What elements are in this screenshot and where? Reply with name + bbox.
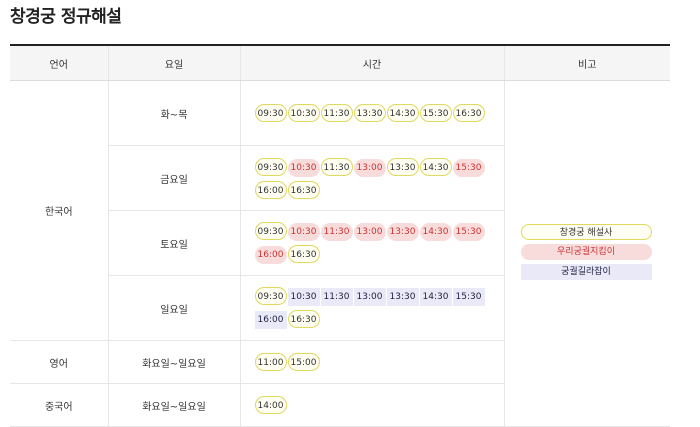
time-slot-badge: 13:00 xyxy=(353,223,386,241)
time-slot-badge: 09:30 xyxy=(254,287,287,305)
legend-badge-guide: 창경궁 해설사 xyxy=(520,223,652,240)
header-lang: 언어 xyxy=(10,45,108,81)
table-row: 한국어 화~목 09:30 10:30 11:30 13:30 14:30 15:30 16… xyxy=(10,80,670,427)
time-slot-badge: 13:30 xyxy=(353,104,386,122)
time-slot-badge: 11:30 xyxy=(320,104,353,122)
day-cell: 화~목 xyxy=(107,80,240,146)
time-slot-badge: 13:00 xyxy=(353,288,386,306)
time-slot-badge: 15:30 xyxy=(452,288,485,306)
time-slot-badge: 14:30 xyxy=(419,223,452,241)
times-cell: 09:30 10:30 11:30 13:00 13:30 14:30 15:30 16:00… xyxy=(239,210,504,276)
time-slot-badge: 09:30 xyxy=(254,157,287,176)
lang-cell: 영어 xyxy=(10,340,108,384)
day-cell: 화요일~일요일 xyxy=(107,340,240,384)
page-title: 창경궁 정규해설 xyxy=(10,7,122,27)
time-slot-badge: 10:30 xyxy=(287,158,320,177)
time-slot-badge: 14:30 xyxy=(419,157,452,176)
header-time: 시간 xyxy=(239,45,504,81)
day-cell: 일요일 xyxy=(107,275,240,341)
time-slot-badge: 16:00 xyxy=(254,246,287,264)
time-slot-badge: 15:00 xyxy=(287,353,320,371)
time-slot-badge: 10:30 xyxy=(287,223,320,241)
lang-cell: 한국어 xyxy=(10,80,108,341)
times-cell: 09:30 10:30 11:30 13:30 14:30 15:30 16:30 xyxy=(239,80,504,146)
day-cell: 화요일~일요일 xyxy=(107,383,240,427)
time-slot-badge: 16:30 xyxy=(287,245,320,263)
time-slot-badge: 11:30 xyxy=(320,223,353,241)
time-slot-badge: 14:00 xyxy=(254,396,287,414)
time-slot-badge: 14:30 xyxy=(386,104,419,122)
time-slot-badge: 13:30 xyxy=(386,223,419,241)
time-slot-badge: 16:00 xyxy=(254,180,287,199)
time-slot-badge: 11:30 xyxy=(320,288,353,306)
times-cell: 09:30 10:30 11:30 13:00 13:30 14:30 15:30 16:00… xyxy=(239,145,504,211)
time-slot-badge: 11:00 xyxy=(254,353,287,371)
header-day: 요일 xyxy=(107,45,240,81)
time-slot-badge: 15:30 xyxy=(419,104,452,122)
legend-cell: 창경궁 해설사 우리궁궐지킴이 궁궐길라잡이 xyxy=(503,80,670,427)
time-slot-badge: 09:30 xyxy=(254,222,287,240)
table-header-row: 언어 요일 시간 비고 xyxy=(10,45,670,81)
day-cell: 금요일 xyxy=(107,145,240,211)
legend-badge-keeper: 우리궁궐지킴이 xyxy=(520,243,652,260)
time-slot-badge: 15:30 xyxy=(452,158,485,177)
time-slot-badge: 14:30 xyxy=(419,288,452,306)
time-slot-badge: 16:30 xyxy=(287,180,320,199)
time-slot-badge: 16:30 xyxy=(452,104,485,122)
time-slot-badge: 10:30 xyxy=(287,104,320,122)
schedule-table: 언어 요일 시간 비고 한국어 화~목 09:30 10:30 11:30 13:30… xyxy=(10,44,670,427)
times-cell: 14:00 xyxy=(239,383,504,427)
header-note: 비고 xyxy=(503,45,670,81)
time-slot-badge: 13:00 xyxy=(353,158,386,177)
time-slot-badge: 13:30 xyxy=(386,157,419,176)
times-cell: 11:00 15:00 xyxy=(239,340,504,384)
legend-badge-pathfinder: 궁궐길라잡이 xyxy=(520,263,652,280)
time-slot-badge: 16:30 xyxy=(287,310,320,328)
day-cell: 토요일 xyxy=(107,210,240,276)
time-slot-badge: 15:30 xyxy=(452,223,485,241)
time-slot-badge: 11:30 xyxy=(320,157,353,176)
lang-cell: 중국어 xyxy=(10,383,108,427)
time-slot-badge: 13:30 xyxy=(386,288,419,306)
times-cell: 09:30 10:30 11:30 13:00 13:30 14:30 15:30 16:00… xyxy=(239,275,504,341)
time-slot-badge: 16:00 xyxy=(254,311,287,329)
time-slot-badge: 10:30 xyxy=(287,288,320,306)
time-slot-badge: 09:30 xyxy=(254,104,287,122)
